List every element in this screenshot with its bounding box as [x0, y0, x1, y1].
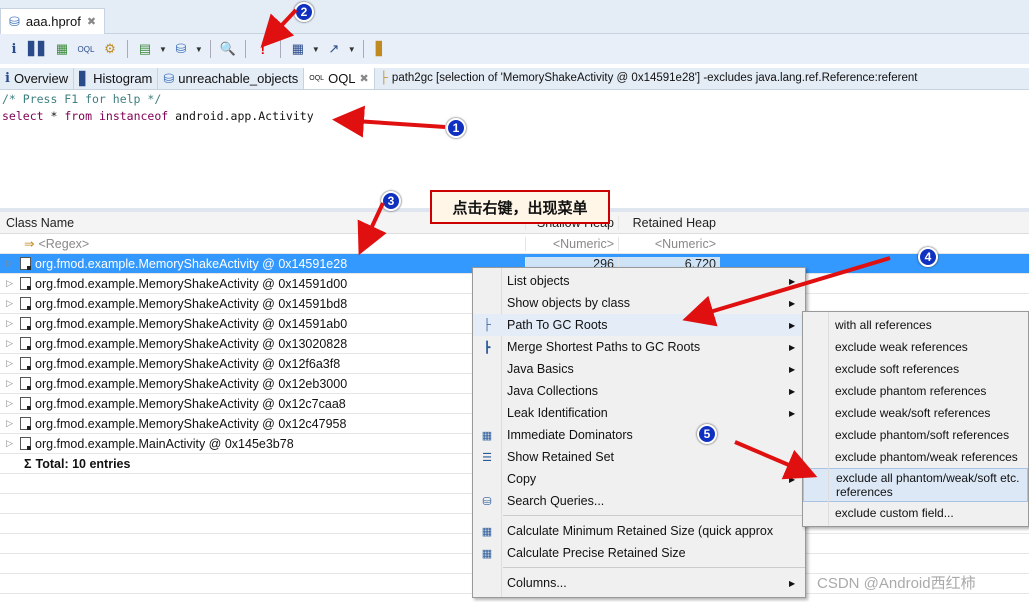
- arrow-5: [734, 440, 818, 480]
- arrow-1: [332, 105, 446, 138]
- watermark: CSDN @Android西红柿: [817, 575, 976, 592]
- arrow-2: [260, 8, 298, 48]
- arrow-3: [357, 202, 387, 256]
- arrow-4: [682, 256, 891, 327]
- annotation-arrows: [260, 8, 891, 480]
